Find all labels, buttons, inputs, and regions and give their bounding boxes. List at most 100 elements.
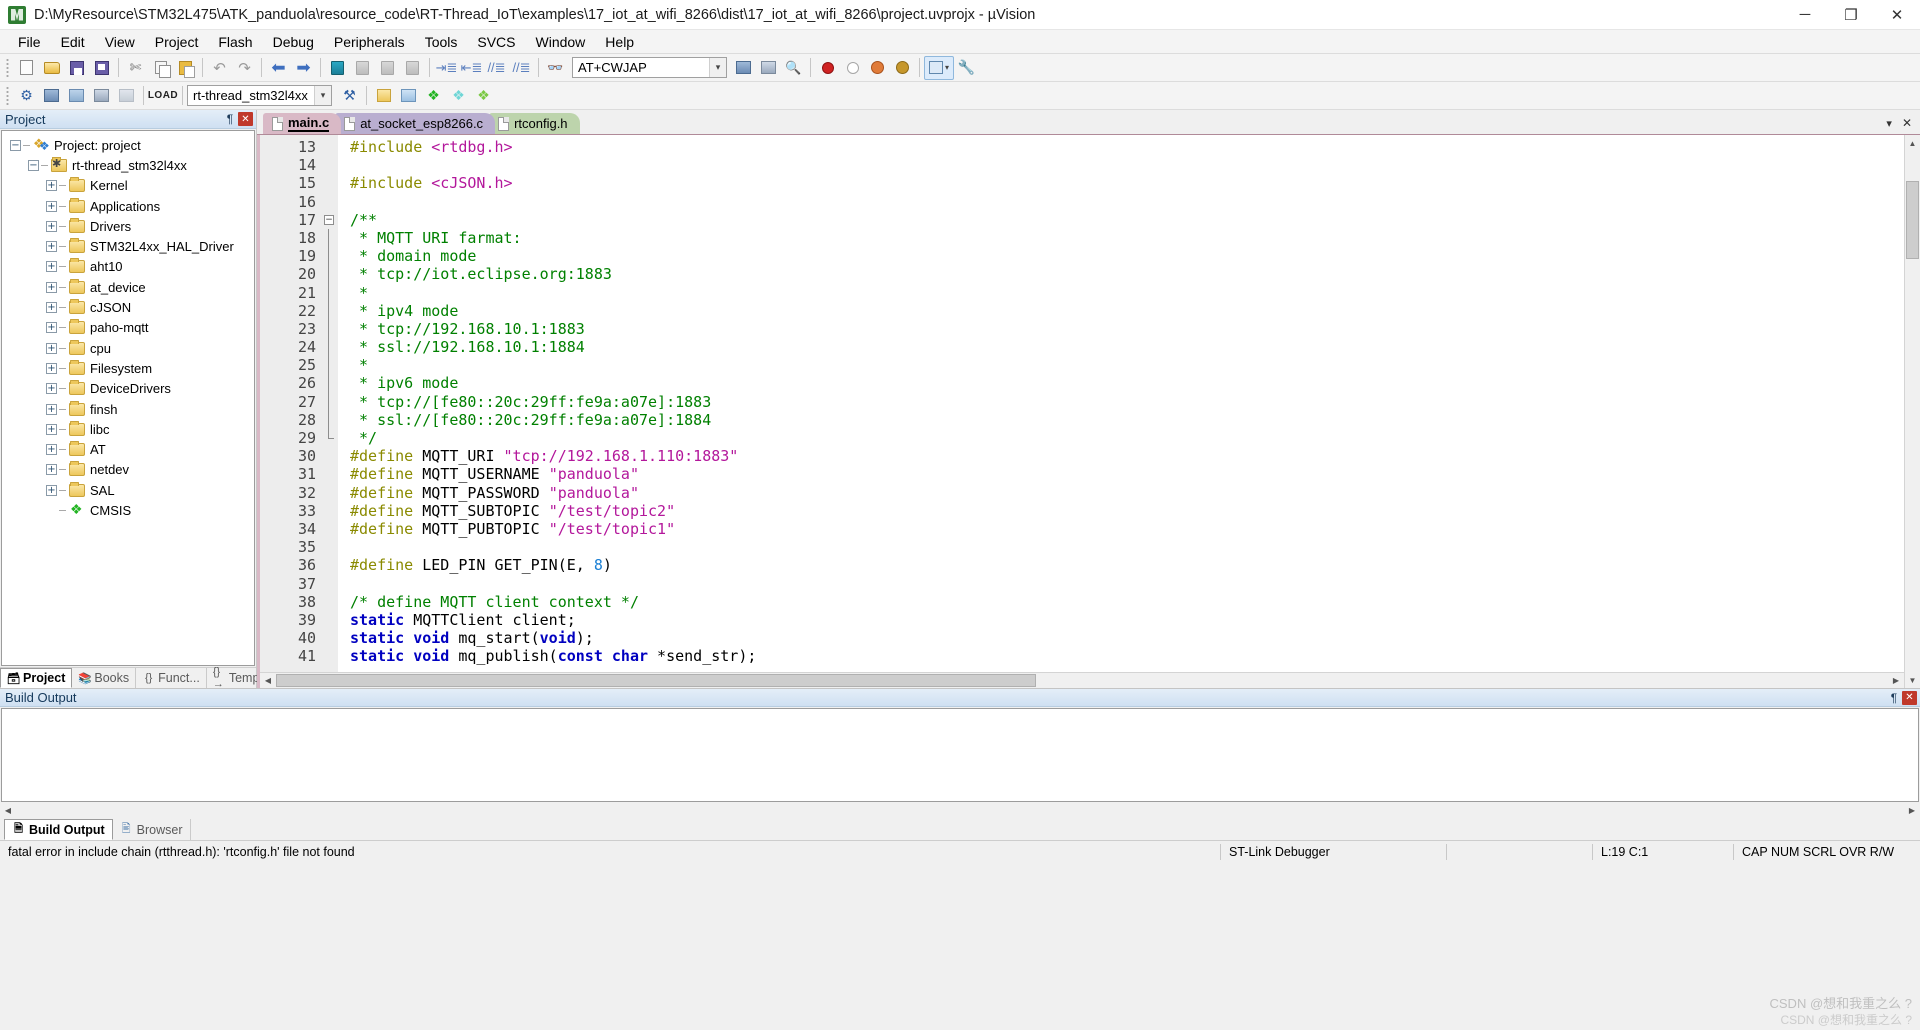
expand-icon[interactable]: +: [46, 241, 57, 253]
tree-item[interactable]: − rt-thread_stm32l4xx: [2, 155, 254, 175]
editor-tab-rtconfig-h[interactable]: rtconfig.h: [489, 113, 580, 134]
uncomment-icon[interactable]: //≣: [509, 56, 534, 80]
insert-breakpoint-icon[interactable]: [815, 56, 840, 80]
code-line[interactable]: * tcp://iot.eclipse.org:1883: [350, 265, 1904, 283]
code-line[interactable]: #define LED_PIN GET_PIN(E, 8): [350, 556, 1904, 574]
configure-tools-icon[interactable]: 🔧: [954, 56, 979, 80]
menu-item-tools[interactable]: Tools: [415, 32, 468, 52]
code-text[interactable]: #include <rtdbg.h> #include <cJSON.h> /*…: [338, 135, 1904, 672]
scroll-up-button[interactable]: ▲: [1905, 135, 1920, 151]
tree-item[interactable]: + Drivers: [2, 216, 254, 236]
menu-item-view[interactable]: View: [95, 32, 145, 52]
tree-item[interactable]: + paho-mqtt: [2, 318, 254, 338]
code-line[interactable]: [350, 538, 1904, 556]
open-file-icon[interactable]: [39, 56, 64, 80]
code-folding-column[interactable]: −: [322, 135, 338, 672]
scroll-left-button[interactable]: ◀: [260, 673, 276, 688]
expand-icon[interactable]: +: [46, 180, 57, 192]
tabstrip-menu-icon[interactable]: ▾: [1886, 117, 1892, 130]
menu-item-edit[interactable]: Edit: [51, 32, 95, 52]
chevron-down-icon[interactable]: ▾: [709, 58, 726, 77]
outdent-icon[interactable]: ⇤≣: [459, 56, 484, 80]
expand-icon[interactable]: +: [46, 322, 57, 334]
comment-icon[interactable]: //≣: [484, 56, 509, 80]
expand-icon[interactable]: +: [46, 484, 57, 496]
editor-vertical-scrollbar[interactable]: ▲ ▼: [1904, 135, 1920, 688]
code-line[interactable]: static MQTTClient client;: [350, 611, 1904, 629]
build-output-horizontal-scrollbar[interactable]: ◀ ▶: [0, 803, 1920, 818]
scroll-right-button[interactable]: ▶: [1888, 673, 1904, 688]
save-icon[interactable]: [64, 56, 89, 80]
code-line[interactable]: [350, 575, 1904, 593]
vscroll-track[interactable]: [1905, 151, 1920, 672]
code-line[interactable]: * ipv4 mode: [350, 302, 1904, 320]
tree-item[interactable]: + libc: [2, 419, 254, 439]
code-line[interactable]: *: [350, 356, 1904, 374]
tree-item[interactable]: + finsh: [2, 399, 254, 419]
collapse-icon[interactable]: −: [28, 159, 39, 171]
expand-icon[interactable]: +: [46, 403, 57, 415]
cmsis-manager-icon[interactable]: ❖: [446, 84, 471, 108]
pin-icon[interactable]: ¶: [222, 111, 238, 127]
bottom-tab-browser[interactable]: 🖹 Browser: [113, 819, 191, 840]
code-line[interactable]: #define MQTT_URI "tcp://192.168.1.110:18…: [350, 447, 1904, 465]
fold-marker[interactable]: −: [322, 211, 338, 229]
undo-icon[interactable]: ↶: [207, 56, 232, 80]
save-all-icon[interactable]: [89, 56, 114, 80]
vscroll-thumb[interactable]: [1906, 181, 1919, 259]
paste-icon[interactable]: [173, 56, 198, 80]
copy-icon[interactable]: [148, 56, 173, 80]
expand-icon[interactable]: +: [46, 220, 57, 232]
tree-item[interactable]: + Filesystem: [2, 358, 254, 378]
code-line[interactable]: /* define MQTT client context */: [350, 593, 1904, 611]
expand-icon[interactable]: +: [46, 261, 57, 273]
tree-item[interactable]: + DeviceDrivers: [2, 379, 254, 399]
expand-icon[interactable]: +: [46, 200, 57, 212]
target-select[interactable]: rt-thread_stm32l4xx ▾: [187, 85, 332, 106]
code-line[interactable]: *: [350, 284, 1904, 302]
minimize-button[interactable]: ─: [1782, 0, 1828, 30]
code-line[interactable]: #define MQTT_PUBTOPIC "/test/topic1": [350, 520, 1904, 538]
hscroll-track[interactable]: [16, 803, 1904, 818]
tree-item[interactable]: + Applications: [2, 196, 254, 216]
manage-components-icon[interactable]: [371, 84, 396, 108]
editor-tab-main-c[interactable]: main.c: [263, 113, 342, 134]
panel-tab-functions[interactable]: {} Funct...: [136, 668, 207, 688]
tree-item[interactable]: + at_device: [2, 277, 254, 297]
configuration-wizard-icon[interactable]: ❖: [421, 84, 446, 108]
menu-item-help[interactable]: Help: [595, 32, 644, 52]
tree-item[interactable]: CMSIS: [2, 500, 254, 520]
stop-build-icon[interactable]: [114, 84, 139, 108]
binoculars-icon[interactable]: 🔍: [781, 56, 806, 80]
menu-item-project[interactable]: Project: [145, 32, 209, 52]
code-line[interactable]: * ssl://[fe80::20c:29ff:fe9a:a07e]:1884: [350, 411, 1904, 429]
bookmark-clear-icon[interactable]: [400, 56, 425, 80]
expand-icon[interactable]: +: [46, 423, 57, 435]
hscroll-track[interactable]: [276, 673, 1888, 688]
navigate-back-icon[interactable]: ⬅: [266, 56, 291, 80]
batch-build-icon[interactable]: [89, 84, 114, 108]
bottom-tab-build-output[interactable]: 🗎 Build Output: [4, 819, 113, 840]
collapse-region-icon[interactable]: −: [324, 214, 334, 225]
code-line[interactable]: #define MQTT_USERNAME "panduola": [350, 465, 1904, 483]
expand-icon[interactable]: +: [46, 302, 57, 314]
download-icon[interactable]: LOAD: [148, 84, 178, 108]
menu-item-file[interactable]: File: [8, 32, 51, 52]
toolbar-grip[interactable]: [6, 57, 9, 78]
build-output-body[interactable]: [1, 708, 1919, 802]
code-line[interactable]: static void mq_start(void);: [350, 629, 1904, 647]
project-tree[interactable]: − Project: project − rt-thread_stm32l4xx + Ke…: [1, 130, 255, 666]
tree-item[interactable]: − Project: project: [2, 135, 254, 155]
code-line[interactable]: * ipv6 mode: [350, 374, 1904, 392]
tree-item[interactable]: + aht10: [2, 257, 254, 277]
bookmark-toggle-icon[interactable]: [325, 56, 350, 80]
maximize-button[interactable]: ❐: [1828, 0, 1874, 30]
configure-icon[interactable]: [756, 56, 781, 80]
indent-icon[interactable]: ⇥≣: [434, 56, 459, 80]
editor-horizontal-scrollbar[interactable]: ◀ ▶: [260, 672, 1904, 688]
code-line[interactable]: static void mq_publish(const char *send_…: [350, 647, 1904, 665]
bookmark-prev-icon[interactable]: [350, 56, 375, 80]
scroll-down-button[interactable]: ▼: [1905, 672, 1920, 688]
code-line[interactable]: #define MQTT_SUBTOPIC "/test/topic2": [350, 502, 1904, 520]
translate-icon[interactable]: ⚙: [14, 84, 39, 108]
